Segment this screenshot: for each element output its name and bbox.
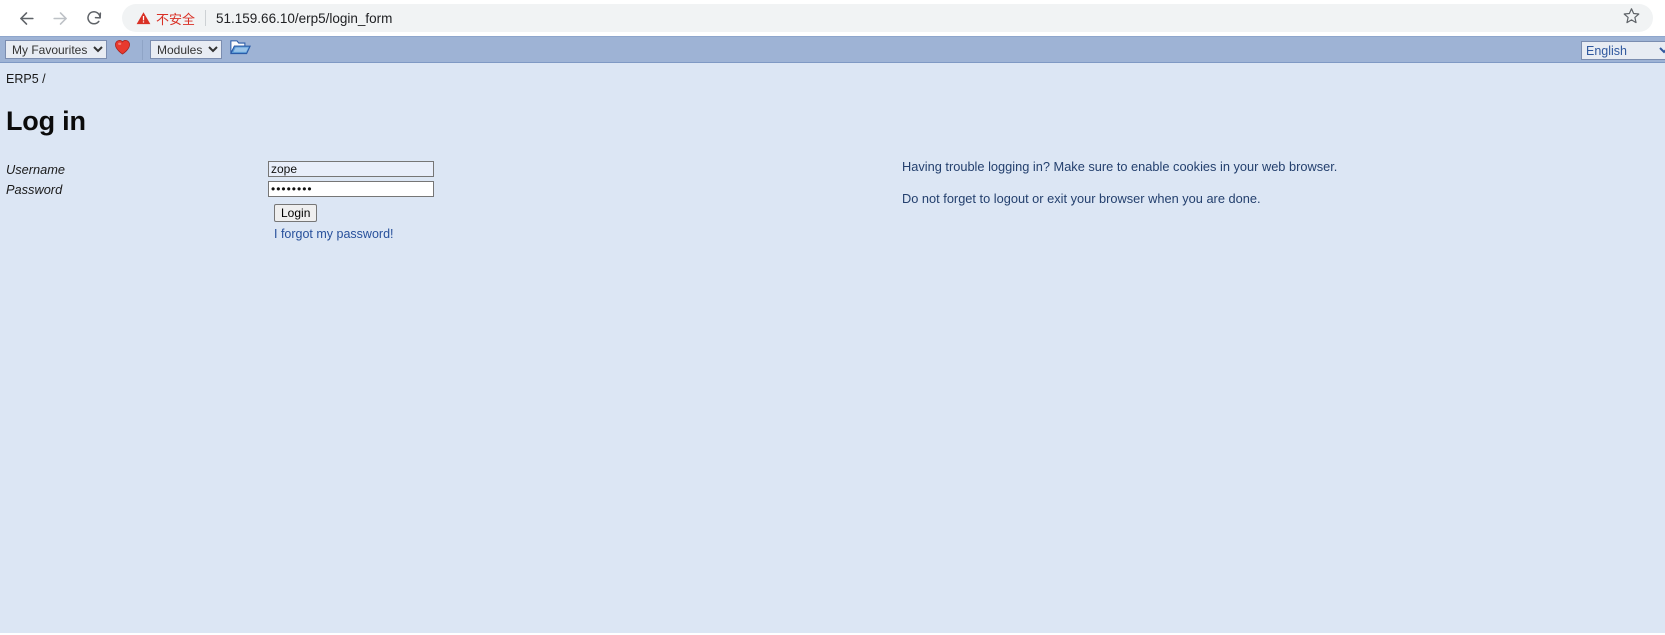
add-favourite-button[interactable] bbox=[112, 39, 132, 60]
bookmark-button[interactable] bbox=[1619, 6, 1643, 30]
button-spacer bbox=[0, 204, 274, 222]
erp5-toolbar: My Favourites Modules English bbox=[0, 36, 1665, 63]
forgot-password-row: I forgot my password! bbox=[0, 227, 1665, 241]
address-bar[interactable]: 不安全 51.159.66.10/erp5/login_form bbox=[122, 4, 1653, 32]
heart-icon bbox=[114, 39, 131, 60]
help-line-cookies: Having trouble logging in? Make sure to … bbox=[902, 159, 1338, 174]
browser-chrome: 不安全 51.159.66.10/erp5/login_form bbox=[0, 0, 1665, 36]
password-label: Password bbox=[6, 181, 63, 197]
star-icon bbox=[1623, 7, 1640, 29]
forgot-spacer bbox=[0, 227, 274, 241]
reload-icon bbox=[85, 9, 103, 27]
open-folder-button[interactable] bbox=[229, 40, 251, 60]
not-secure-warning-icon bbox=[136, 11, 151, 26]
toolbar-divider bbox=[142, 39, 143, 60]
omnibox-divider bbox=[205, 10, 207, 26]
my-favourites-select[interactable]: My Favourites bbox=[5, 40, 107, 59]
open-folder-icon bbox=[229, 38, 251, 61]
login-button[interactable]: Login bbox=[274, 204, 318, 222]
language-select[interactable]: English bbox=[1581, 41, 1665, 60]
not-secure-label: 不安全 bbox=[156, 12, 196, 28]
forward-arrow-icon bbox=[51, 9, 70, 28]
username-input[interactable] bbox=[268, 161, 434, 177]
breadcrumb[interactable]: ERP5 / bbox=[0, 63, 1665, 86]
page-title: Log in bbox=[6, 106, 86, 136]
login-form: Username Password Login I forgot my pass… bbox=[0, 159, 1665, 241]
reload-button[interactable] bbox=[80, 4, 108, 32]
page-content: ERP5 / Log in Username Password Login I … bbox=[0, 63, 1665, 633]
login-help: Having trouble logging in? Make sure to … bbox=[902, 159, 1602, 223]
forgot-password-link[interactable]: I forgot my password! bbox=[274, 227, 394, 241]
username-label: Username bbox=[6, 161, 66, 177]
password-input[interactable] bbox=[268, 181, 434, 197]
back-button[interactable] bbox=[12, 4, 40, 32]
modules-select[interactable]: Modules bbox=[150, 40, 222, 59]
forward-button[interactable] bbox=[46, 4, 74, 32]
url-text: 51.159.66.10/erp5/login_form bbox=[216, 10, 393, 26]
help-line-logout: Do not forget to logout or exit your bro… bbox=[902, 191, 1261, 206]
back-arrow-icon bbox=[17, 9, 36, 28]
